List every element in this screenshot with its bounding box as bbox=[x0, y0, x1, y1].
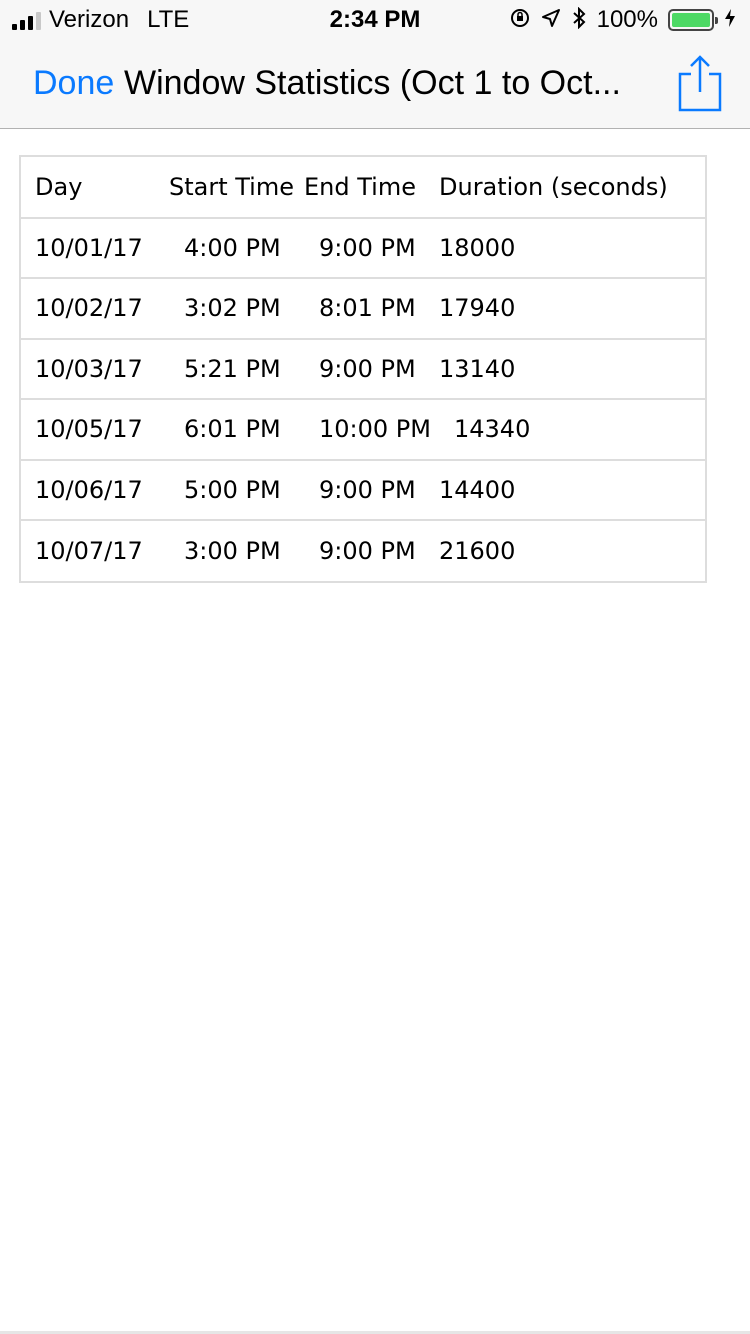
cell-day: 10/03/17 bbox=[21, 338, 169, 400]
battery-percent: 100% bbox=[596, 6, 658, 33]
cell-start-time: 6:01 PM bbox=[169, 399, 304, 461]
cell-day: 10/05/17 bbox=[21, 399, 169, 461]
table-row: 10/03/17 5:21 PM 9:00 PM 13140 bbox=[21, 338, 705, 400]
table-header-row: Day Start Time End Time Duration (second… bbox=[21, 157, 705, 219]
table-row: 10/07/17 3:00 PM 9:00 PM 21600 bbox=[21, 520, 705, 581]
battery-icon bbox=[668, 9, 718, 31]
table-row: 10/05/17 6:01 PM 10:00 PM 14340 bbox=[21, 399, 705, 461]
statistics-table: Day Start Time End Time Duration (second… bbox=[19, 155, 707, 583]
cell-duration: 18000 bbox=[439, 217, 705, 279]
share-icon[interactable] bbox=[676, 54, 724, 114]
cell-end-time: 8:01 PM bbox=[304, 278, 439, 340]
cell-end-time: 10:00 PM bbox=[304, 399, 439, 461]
header-duration: Duration (seconds) bbox=[439, 157, 705, 219]
charging-icon bbox=[724, 8, 736, 33]
cell-day: 10/06/17 bbox=[21, 459, 169, 521]
cell-day: 10/02/17 bbox=[21, 278, 169, 340]
cell-duration: 21600 bbox=[439, 536, 516, 565]
table-row: 10/01/17 4:00 PM 9:00 PM 18000 bbox=[21, 217, 705, 279]
table-row: 10/02/17 3:02 PM 8:01 PM 17940 bbox=[21, 278, 705, 340]
cell-end-time: 9:00 PM bbox=[304, 217, 439, 279]
cell-start-time: 4:00 PM bbox=[169, 217, 304, 279]
cell-start-time: 5:00 PM bbox=[169, 459, 304, 521]
header-start-time: Start Time bbox=[169, 157, 304, 219]
table-row: 10/06/17 5:00 PM 9:00 PM 14400 bbox=[21, 459, 705, 521]
cell-end-time: 9:00 PM bbox=[319, 536, 416, 565]
status-bar: Verizon LTE 2:34 PM 100% bbox=[0, 0, 750, 40]
cell-start-time: 5:21 PM bbox=[169, 338, 304, 400]
orientation-lock-icon bbox=[509, 7, 531, 34]
header-day: Day bbox=[21, 157, 169, 219]
cell-duration: 13140 bbox=[439, 338, 705, 400]
done-button[interactable]: Done bbox=[33, 64, 114, 103]
cell-day: 10/01/17 bbox=[21, 217, 169, 279]
header-end-time: End Time bbox=[304, 157, 439, 219]
bluetooth-icon bbox=[571, 6, 587, 34]
navigation-bar: Done Window Statistics (Oct 1 to Oct... bbox=[0, 40, 750, 129]
cell-duration: 14340 bbox=[439, 399, 705, 461]
cell-end-time: 9:00 PM bbox=[304, 459, 439, 521]
location-icon bbox=[541, 8, 561, 33]
status-right: 100% bbox=[509, 6, 736, 34]
cell-end-time: 9:00 PM bbox=[304, 338, 439, 400]
cell-start-time: 3:00 PM bbox=[184, 536, 281, 565]
cell-start-time: 3:02 PM bbox=[169, 278, 304, 340]
cell-duration: 17940 bbox=[439, 278, 705, 340]
cell-day: 10/07/17 bbox=[35, 536, 143, 565]
cell-duration: 14400 bbox=[439, 459, 705, 521]
page-title: Window Statistics (Oct 1 to Oct... bbox=[124, 64, 621, 102]
